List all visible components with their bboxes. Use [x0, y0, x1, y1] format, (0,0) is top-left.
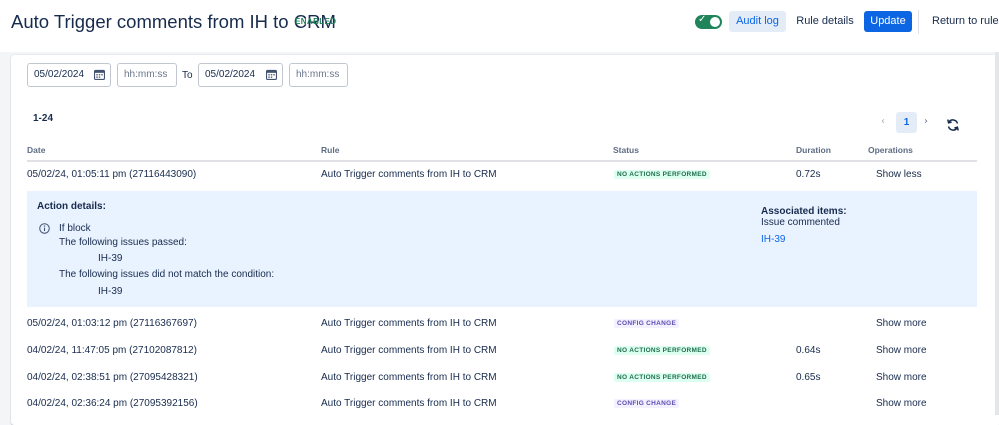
- passed-issues-label: The following issues passed:: [59, 237, 187, 248]
- status-lozenge: NO ACTIONS PERFORMED: [614, 346, 710, 355]
- header-divider: [918, 10, 919, 34]
- calendar-icon[interactable]: [266, 69, 277, 80]
- row-date: 04/02/24, 02:38:51 pm (27095428321): [27, 372, 198, 383]
- to-time-field[interactable]: hh:mm:ss: [289, 63, 348, 87]
- check-icon: ✓: [698, 14, 707, 25]
- toggle-knob: [710, 17, 720, 27]
- row-rule: Auto Trigger comments from IH to CRM: [321, 169, 497, 180]
- to-time-placeholder: hh:mm:ss: [296, 69, 340, 80]
- show-more-button[interactable]: Show more: [876, 318, 927, 329]
- status-lozenge: NO ACTIONS PERFORMED: [614, 373, 710, 382]
- associated-issue-link[interactable]: IH-39: [761, 234, 785, 245]
- to-date-field[interactable]: 05/02/2024: [198, 63, 283, 87]
- column-header-date: Date: [27, 145, 46, 155]
- row-date: 04/02/24, 11:47:05 pm (27102087812): [27, 345, 197, 356]
- failed-issue-key: IH-39: [98, 286, 123, 297]
- pagination-page-1[interactable]: 1: [896, 112, 917, 133]
- row-duration: 0.72s: [796, 169, 821, 180]
- row-duration: 0.65s: [796, 372, 821, 383]
- results-range: 1-24: [33, 113, 54, 124]
- row-rule: Auto Trigger comments from IH to CRM: [321, 318, 497, 329]
- row-date: 04/02/24, 02:36:24 pm (27095392156): [27, 398, 198, 409]
- status-lozenge: CONFIG CHANGE: [614, 319, 680, 328]
- column-header-rule: Rule: [321, 145, 340, 155]
- to-date-value: 05/02/2024: [205, 69, 256, 80]
- from-date-field[interactable]: 05/02/2024: [27, 63, 111, 87]
- show-less-button[interactable]: Show less: [876, 169, 922, 180]
- failed-issues-label: The following issues did not match the c…: [59, 269, 275, 280]
- rule-enabled-toggle[interactable]: ✓: [695, 14, 722, 29]
- column-header-status: Status: [613, 145, 639, 155]
- table-header-divider: [27, 160, 977, 162]
- calendar-icon[interactable]: [94, 69, 105, 80]
- action-details-title: Action details:: [37, 201, 106, 212]
- if-block-label: If block: [59, 223, 91, 234]
- associated-items-title: Associated items:: [761, 206, 847, 217]
- show-more-button[interactable]: Show more: [876, 372, 927, 383]
- row-date: 05/02/24, 01:05:11 pm (27116443090): [27, 169, 197, 180]
- row-duration: 0.64s: [796, 345, 821, 356]
- page-header: Auto Trigger comments from IH to CRM ENA…: [0, 0, 999, 52]
- info-icon: [39, 223, 50, 234]
- page-title: Auto Trigger comments from IH to CRM: [11, 11, 336, 32]
- return-to-rules-button[interactable]: Return to rules: [925, 11, 999, 32]
- row-rule: Auto Trigger comments from IH to CRM: [321, 372, 497, 383]
- page-scrollbar[interactable]: [995, 52, 999, 415]
- chevron-right-icon[interactable]: ›: [924, 116, 928, 127]
- from-date-value: 05/02/2024: [34, 69, 85, 80]
- passed-issue-key: IH-39: [98, 253, 123, 264]
- update-button[interactable]: Update: [864, 11, 912, 32]
- status-badge: ENABLED: [295, 17, 337, 26]
- status-lozenge: CONFIG CHANGE: [614, 399, 680, 408]
- show-more-button[interactable]: Show more: [876, 345, 927, 356]
- to-label: To: [182, 70, 193, 81]
- from-time-placeholder: hh:mm:ss: [124, 69, 168, 80]
- audit-log-button[interactable]: Audit log: [729, 11, 786, 32]
- show-more-button[interactable]: Show more: [876, 398, 927, 409]
- row-rule: Auto Trigger comments from IH to CRM: [321, 398, 497, 409]
- row-rule: Auto Trigger comments from IH to CRM: [321, 345, 497, 356]
- associated-type: Issue commented: [761, 217, 840, 228]
- rule-details-button[interactable]: Rule details: [792, 11, 858, 32]
- refresh-icon[interactable]: [946, 118, 960, 132]
- from-time-field[interactable]: hh:mm:ss: [117, 63, 177, 87]
- chevron-left-icon[interactable]: ‹: [881, 116, 885, 127]
- row-date: 05/02/24, 01:03:12 pm (27116367697): [27, 318, 197, 329]
- column-header-operations: Operations: [868, 145, 913, 155]
- status-lozenge: NO ACTIONS PERFORMED: [614, 170, 710, 179]
- column-header-duration: Duration: [796, 145, 831, 155]
